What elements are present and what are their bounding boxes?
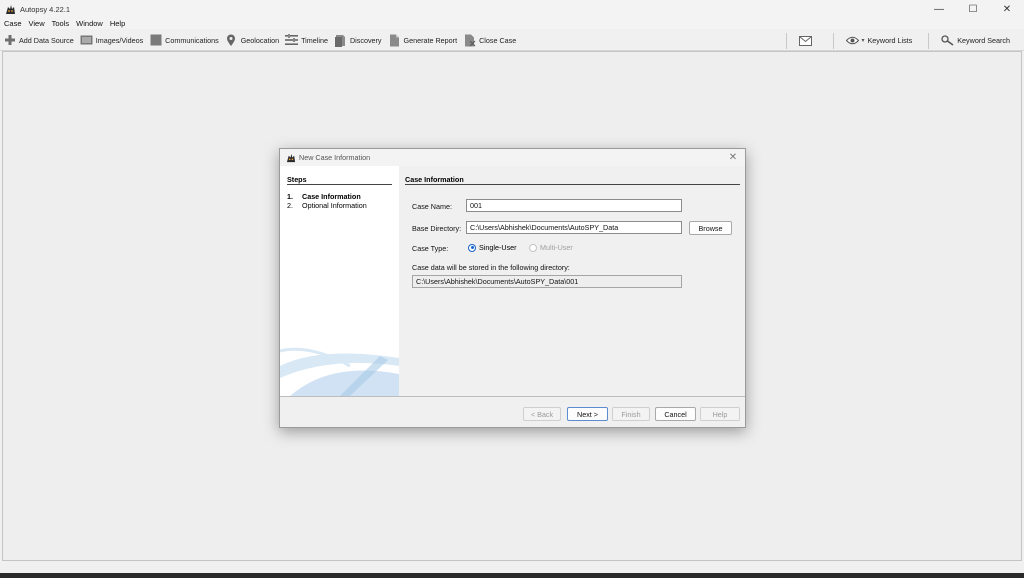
chevron-down-icon: ▾ <box>861 38 865 44</box>
toolbar-right: ▾ Keyword Lists Keyword Search <box>782 30 1024 51</box>
map-pin-icon <box>225 34 238 47</box>
menu-tools[interactable]: Tools <box>52 19 70 28</box>
discovery-button[interactable]: Discovery <box>331 30 385 50</box>
case-name-label: Case Name: <box>412 202 452 211</box>
close-window-button[interactable]: ✕ <box>990 0 1024 18</box>
finish-button: Finish <box>612 407 650 421</box>
generate-report-button[interactable]: Generate Report <box>385 30 461 50</box>
dialog-title-bar: New Case Information ✕ <box>280 149 745 166</box>
menu-help[interactable]: Help <box>110 19 125 28</box>
add-data-source-label: Add Data Source <box>19 35 74 45</box>
decorative-swoosh-graphic <box>280 347 399 396</box>
generate-report-label: Generate Report <box>403 35 458 45</box>
help-button[interactable]: Help <box>700 407 740 421</box>
taskbar-strip <box>0 562 1024 578</box>
main-toolbar: Add Data Source Images/Videos Communicat… <box>0 30 1024 51</box>
step-number: 2. <box>287 201 293 210</box>
app-title: Autopsy 4.22.1 <box>20 4 71 14</box>
title-bar: Autopsy 4.22.1 — ☐ ✕ <box>0 0 1024 18</box>
communications-button[interactable]: Communications <box>146 30 222 50</box>
geolocation-button[interactable]: Geolocation <box>222 30 282 50</box>
radio-unselected-icon <box>529 243 537 252</box>
autopsy-logo-icon <box>285 152 296 163</box>
timeline-icon <box>285 34 299 47</box>
geolocation-label: Geolocation <box>240 35 280 45</box>
envelope-icon <box>798 34 812 47</box>
single-user-radio[interactable]: Single-User <box>468 243 517 252</box>
search-key-icon <box>941 34 954 47</box>
timeline-button[interactable]: Timeline <box>282 30 331 50</box>
dialog-close-button[interactable]: ✕ <box>727 151 739 163</box>
eye-icon <box>845 34 859 47</box>
footer-divider <box>280 396 745 397</box>
plus-icon <box>3 34 16 47</box>
autopsy-logo-icon <box>4 3 16 15</box>
messages-button[interactable] <box>791 31 829 51</box>
close-case-icon <box>463 34 476 47</box>
storage-path-field: C:\Users\Abhishek\Documents\AutoSPY_Data… <box>412 275 682 288</box>
step-label: Case Information <box>302 192 361 201</box>
images-videos-button[interactable]: Images/Videos <box>77 30 146 50</box>
step-number: 1. <box>287 192 293 201</box>
case-name-input[interactable]: 001 <box>466 199 682 212</box>
base-directory-label: Base Directory: <box>412 224 462 233</box>
steps-heading: Steps <box>287 175 307 184</box>
film-icon <box>80 34 93 47</box>
single-user-label: Single-User <box>479 243 517 252</box>
steps-panel: Steps 1. Case Information 2. Optional In… <box>280 166 399 396</box>
toolbar-divider <box>928 32 930 49</box>
section-heading: Case Information <box>405 175 464 184</box>
dialog-title: New Case Information <box>299 153 371 162</box>
next-button[interactable]: Next > <box>567 407 608 421</box>
discovery-icon <box>334 34 347 47</box>
images-videos-label: Images/Videos <box>95 35 144 45</box>
keyword-search-button[interactable]: Keyword Search <box>933 31 1024 51</box>
step-case-information: 1. Case Information <box>287 192 361 201</box>
cancel-button[interactable]: Cancel <box>655 407 696 421</box>
minimize-button[interactable]: — <box>922 0 956 18</box>
keyword-lists-button[interactable]: ▾ Keyword Lists <box>838 31 925 51</box>
report-icon <box>388 34 401 47</box>
multi-user-label: Multi-User <box>540 243 573 252</box>
menu-bar: Case View Tools Window Help <box>0 18 1024 29</box>
step-optional-information: 2. Optional Information <box>287 201 367 210</box>
divider <box>287 184 392 185</box>
maximize-button[interactable]: ☐ <box>956 0 990 18</box>
menu-view[interactable]: View <box>29 19 45 28</box>
radio-selected-icon <box>468 243 476 252</box>
toolbar-divider <box>785 32 787 49</box>
add-data-source-button[interactable]: Add Data Source <box>0 30 77 50</box>
status-bar <box>0 562 1024 573</box>
storage-note: Case data will be stored in the followin… <box>412 263 570 272</box>
discovery-label: Discovery <box>349 35 382 45</box>
window-controls: — ☐ ✕ <box>922 0 1024 18</box>
step-label: Optional Information <box>302 201 367 210</box>
communications-label: Communications <box>165 35 219 45</box>
close-case-label: Close Case <box>479 35 517 45</box>
menu-case[interactable]: Case <box>4 19 22 28</box>
toolbar-divider <box>832 32 834 49</box>
divider <box>405 184 740 185</box>
timeline-label: Timeline <box>301 35 328 45</box>
new-case-dialog: New Case Information ✕ Steps 1. Case Inf… <box>279 148 746 428</box>
multi-user-radio: Multi-User <box>529 243 573 252</box>
case-information-panel: Case Information Case Name: 001 Base Dir… <box>399 166 745 396</box>
case-type-label: Case Type: <box>412 244 449 253</box>
keyword-lists-label: Keyword Lists <box>867 36 913 45</box>
communications-icon <box>149 34 162 47</box>
keyword-search-label: Keyword Search <box>957 36 1010 45</box>
close-case-button[interactable]: Close Case <box>460 30 519 50</box>
back-button: < Back <box>523 407 561 421</box>
base-directory-input[interactable]: C:\Users\Abhishek\Documents\AutoSPY_Data <box>466 221 682 234</box>
browse-button[interactable]: Browse <box>689 221 732 235</box>
menu-window[interactable]: Window <box>76 19 103 28</box>
